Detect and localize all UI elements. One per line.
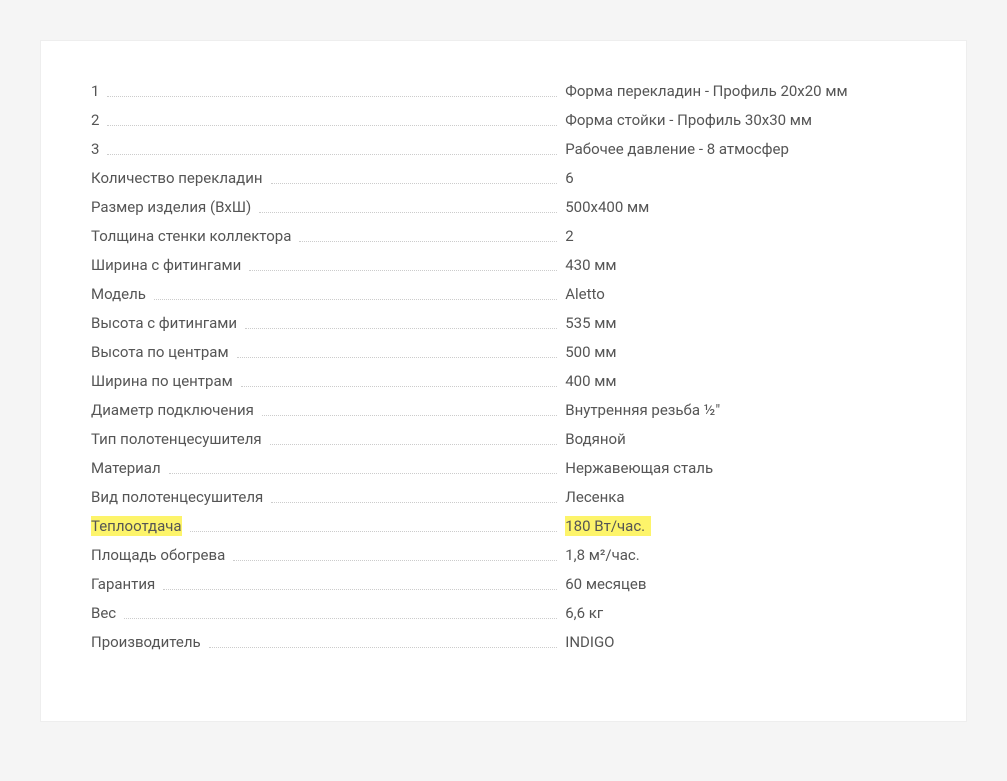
spec-dots [241, 386, 558, 387]
spec-value: 430 мм [561, 255, 916, 276]
spec-label: 3 [91, 139, 103, 160]
spec-dots [107, 96, 557, 97]
spec-value: 6,6 кг [561, 603, 916, 624]
spec-value: 535 мм [561, 313, 916, 334]
spec-dots [107, 125, 557, 126]
spec-dots [190, 531, 558, 532]
spec-label: Ширина по центрам [91, 371, 237, 392]
spec-row: Ширина с фитингами 430 мм [91, 255, 916, 276]
spec-label: Площадь обогрева [91, 545, 229, 566]
spec-value: Aletto [561, 284, 916, 305]
spec-value: 60 месяцев [561, 574, 916, 595]
spec-label: Теплоотдача [91, 516, 186, 537]
spec-value: Нержавеющая сталь [561, 458, 916, 479]
spec-value: Лесенка [561, 487, 916, 508]
spec-dots [124, 618, 557, 619]
spec-label: 2 [91, 110, 103, 131]
spec-row: Тип полотенцесушителя Водяной [91, 429, 916, 450]
spec-dots [249, 270, 557, 271]
spec-row: 1 Форма перекладин - Профиль 20х20 мм [91, 81, 916, 102]
spec-row: Высота по центрам 500 мм [91, 342, 916, 363]
spec-row: Ширина по центрам 400 мм [91, 371, 916, 392]
spec-label: Вид полотенцесушителя [91, 487, 267, 508]
spec-dots [237, 357, 558, 358]
spec-dots [107, 154, 557, 155]
spec-value: Рабочее давление - 8 атмосфер [561, 139, 916, 160]
spec-value: 1,8 м²/час. [561, 545, 916, 566]
spec-dots [209, 647, 558, 648]
spec-row: 2 Форма стойки - Профиль 30х30 мм [91, 110, 916, 131]
spec-dots [271, 183, 558, 184]
spec-value: 500 мм [561, 342, 916, 363]
spec-row: Высота с фитингами 535 мм [91, 313, 916, 334]
spec-dots [245, 328, 557, 329]
spec-row: Теплоотдача 180 Вт/час. [91, 516, 916, 537]
spec-row: Количество перекладин 6 [91, 168, 916, 189]
spec-value: Форма перекладин - Профиль 20х20 мм [561, 81, 916, 102]
spec-label: Высота по центрам [91, 342, 233, 363]
spec-value: Водяной [561, 429, 916, 450]
spec-dots [262, 415, 557, 416]
spec-card: 1 Форма перекладин - Профиль 20х20 мм 2 Фор… [40, 40, 967, 722]
spec-value: 180 Вт/час. [561, 516, 916, 537]
spec-label: Толщина стенки коллектора [91, 226, 295, 247]
spec-row: Площадь обогрева 1,8 м²/час. [91, 545, 916, 566]
spec-value: 2 [561, 226, 916, 247]
spec-label: Диаметр подключения [91, 400, 258, 421]
spec-value: 400 мм [561, 371, 916, 392]
spec-value: Форма стойки - Профиль 30х30 мм [561, 110, 916, 131]
spec-label: Производитель [91, 632, 205, 653]
spec-label: Ширина с фитингами [91, 255, 245, 276]
spec-label: Высота с фитингами [91, 313, 241, 334]
spec-label: Количество перекладин [91, 168, 267, 189]
spec-dots [299, 241, 557, 242]
spec-dots [271, 502, 557, 503]
spec-row: 3 Рабочее давление - 8 атмосфер [91, 139, 916, 160]
spec-row: Вид полотенцесушителя Лесенка [91, 487, 916, 508]
spec-label: Размер изделия (ВхШ) [91, 197, 255, 218]
spec-row: Диаметр подключения Внутренняя резьба ½" [91, 400, 916, 421]
spec-dots [163, 589, 557, 590]
spec-row: Размер изделия (ВхШ) 500х400 мм [91, 197, 916, 218]
spec-row: Гарантия 60 месяцев [91, 574, 916, 595]
spec-label: Гарантия [91, 574, 159, 595]
spec-row: Материал Нержавеющая сталь [91, 458, 916, 479]
spec-dots [154, 299, 557, 300]
spec-dots [259, 212, 557, 213]
spec-row: Толщина стенки коллектора 2 [91, 226, 916, 247]
spec-row: Вес 6,6 кг [91, 603, 916, 624]
spec-value: 500х400 мм [561, 197, 916, 218]
spec-value: Внутренняя резьба ½" [561, 400, 916, 421]
spec-label: Тип полотенцесушителя [91, 429, 266, 450]
spec-row: Модель Aletto [91, 284, 916, 305]
spec-dots [169, 473, 558, 474]
spec-label: Модель [91, 284, 150, 305]
spec-label: 1 [91, 81, 103, 102]
spec-label: Вес [91, 603, 120, 624]
spec-label: Материал [91, 458, 165, 479]
spec-row: Производитель INDIGO [91, 632, 916, 653]
spec-dots [270, 444, 558, 445]
spec-list: 1 Форма перекладин - Профиль 20х20 мм 2 Фор… [91, 81, 916, 653]
spec-dots [233, 560, 557, 561]
spec-value: 6 [561, 168, 916, 189]
spec-value: INDIGO [561, 632, 916, 653]
